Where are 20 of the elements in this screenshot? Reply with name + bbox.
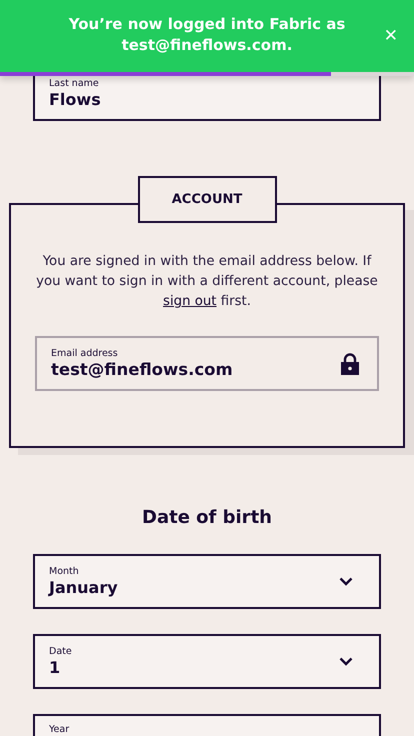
input-field[interactable]: Year — [33, 714, 381, 736]
select-field[interactable]: Date 1 — [33, 634, 381, 689]
account-text: You are signed in with the email address below. If you want to sign in with a different account, please sign out first. — [35, 253, 379, 311]
field-label: Email address — [51, 348, 119, 360]
select-field[interactable]: Month January — [33, 554, 381, 609]
lock-icon — [341, 352, 359, 374]
field-value: 1 — [49, 658, 62, 678]
field-label: Date — [49, 646, 72, 658]
chevron-down-icon — [339, 577, 353, 586]
field-value: test@fineflows.com — [51, 360, 233, 380]
field-label: Year — [49, 724, 70, 736]
toast-message: You’re now logged into Fabric as test@fineflows.com. — [68, 14, 346, 56]
section-heading: Date of birth — [141, 506, 273, 530]
sign-out-link[interactable]: sign out — [163, 294, 217, 309]
field-value: January — [49, 578, 118, 598]
field-value: Flows — [49, 90, 101, 110]
field-label: Last name — [49, 78, 100, 90]
section-legend: ACCOUNT — [138, 176, 276, 223]
field-label: Month — [49, 566, 80, 578]
chevron-down-icon — [339, 657, 353, 666]
